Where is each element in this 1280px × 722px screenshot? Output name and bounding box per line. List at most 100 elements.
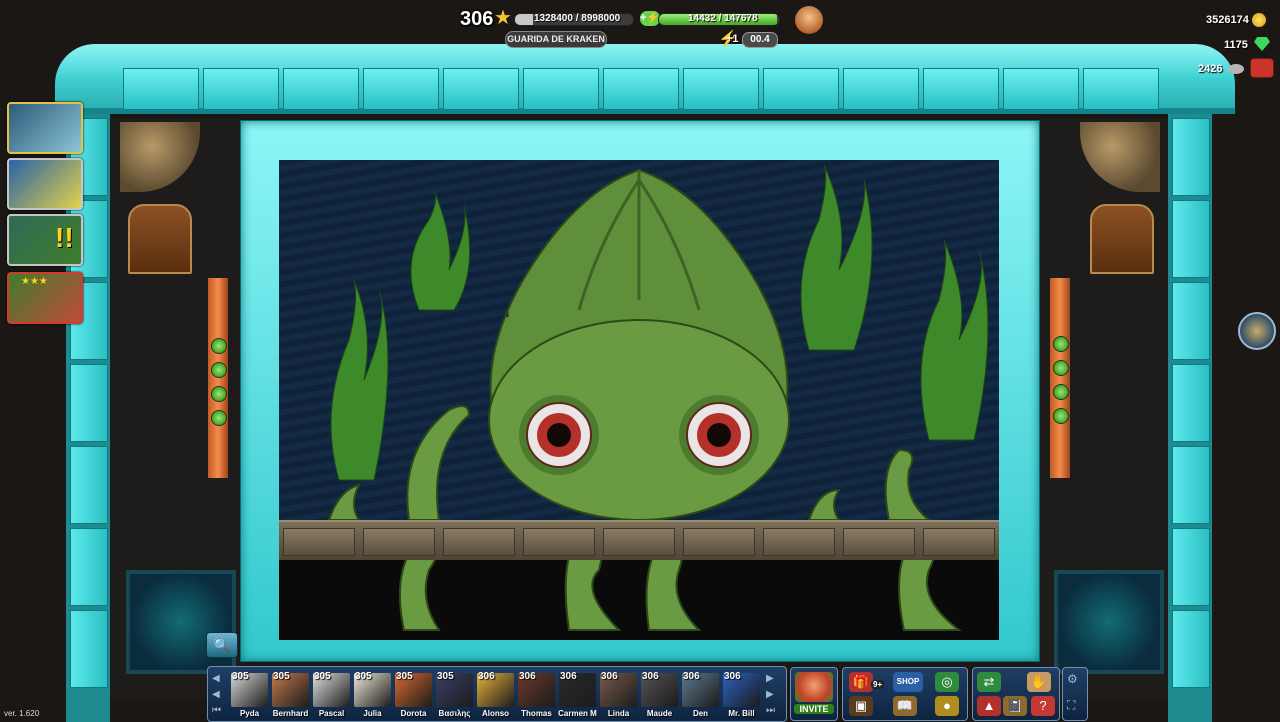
friend-slot[interactable]: 306 Carmen M — [558, 671, 597, 719]
friend-slot[interactable]: 305 Bernhard — [271, 671, 310, 719]
friend-slot[interactable]: 306 Thomas — [517, 671, 556, 719]
left-wall — [110, 118, 240, 698]
left-gauge-4 — [211, 410, 227, 426]
energy-plus-icon[interactable]: +⚡ — [640, 11, 660, 26]
column-tile — [1172, 118, 1210, 196]
friend-slot[interactable]: 305 Βασιλης — [435, 671, 474, 719]
friend-slot[interactable]: 306 Linda — [599, 671, 638, 719]
friend-name: Den — [692, 709, 709, 718]
friend-slot[interactable]: 306 Den — [681, 671, 720, 719]
friend-name: Bernhard — [272, 709, 309, 718]
friend-slot[interactable]: 306 Alonso — [476, 671, 515, 719]
settings-icon[interactable]: ⚙ — [1067, 672, 1078, 686]
settings-box: ⚙ ⛶ — [1062, 667, 1088, 721]
column-tile — [70, 446, 108, 524]
journal-icon[interactable]: 📓 — [1003, 696, 1027, 716]
friends-bar: ◀ ◀ ⏮ 305 Pyda 305 Bernhard 305 Pascal 305 Juli… — [207, 666, 787, 722]
kraken-left-eye — [519, 395, 599, 475]
left-gauge-2 — [211, 362, 227, 378]
seaweed-right — [800, 164, 989, 441]
hand-icon[interactable]: ✋ — [1027, 672, 1051, 692]
fullscreen-icon[interactable]: ⛶ — [1067, 698, 1075, 713]
scroll-right-icon[interactable]: ▶ — [766, 689, 774, 700]
arch-tile — [363, 68, 439, 110]
scroll-next-icon[interactable]: ▶ — [766, 673, 774, 684]
magnifier-icon[interactable]: 🔍 — [206, 632, 238, 658]
quest-icon-1[interactable] — [7, 102, 83, 154]
quest-icon-2[interactable] — [7, 158, 83, 210]
gift-icon[interactable]: 🎁 — [849, 672, 873, 692]
friend-name: Julia — [363, 709, 382, 718]
quest-icon-4[interactable]: ★★★ — [7, 272, 83, 324]
actions-box: 🎁 9+ SHOP ◎ ▣ 📖 ● — [842, 667, 968, 721]
friend-name: Carmen M — [558, 709, 597, 718]
arch-tile — [1003, 68, 1079, 110]
kraken-illustration[interactable] — [279, 160, 999, 640]
map-chest-icon[interactable] — [1238, 312, 1276, 350]
kraken-scene[interactable] — [279, 160, 999, 640]
friend-level: 305 — [273, 671, 290, 682]
ledge-block — [363, 528, 435, 556]
arch-tile — [283, 68, 359, 110]
friend-slot[interactable]: 306 Maude — [640, 671, 679, 719]
friend-name: Mr. Bill — [728, 709, 755, 718]
trade-icon[interactable]: ⇄ — [977, 672, 1001, 692]
location-label: GUARIDA DE KRAKEN — [505, 31, 607, 48]
quest-icon-3[interactable]: !! — [7, 214, 83, 266]
friend-level: 305 — [437, 671, 454, 682]
column-tile — [70, 610, 108, 688]
scroll-prev-icon[interactable]: ◀ — [212, 689, 220, 700]
arch-tile — [683, 68, 759, 110]
right-wall — [1040, 118, 1170, 698]
stars-icon: ★★★ — [21, 276, 48, 287]
exclamation-icon: !! — [55, 222, 74, 253]
arch-tile — [523, 68, 599, 110]
friend-level: 306 — [519, 671, 536, 682]
right-gauge-1 — [1053, 336, 1069, 352]
box-icon[interactable]: ▣ — [849, 696, 873, 716]
gift-count: 9+ — [871, 680, 885, 689]
invite-button[interactable]: INVITE — [794, 704, 834, 714]
arch-tile — [763, 68, 839, 110]
scroll-first-icon[interactable]: ◀ — [212, 673, 220, 684]
shop-button[interactable]: SHOP — [893, 672, 923, 692]
ledge-block — [923, 528, 995, 556]
upgrade-icon[interactable]: ▲ — [977, 696, 1001, 716]
toolbox-icon[interactable] — [1250, 58, 1274, 78]
ledge-block — [443, 528, 515, 556]
friend-level: 306 — [560, 671, 577, 682]
scroll-start-icon[interactable]: ⏮ — [212, 705, 221, 716]
arch-tile — [603, 68, 679, 110]
energy-timer: 00.4 — [742, 32, 778, 48]
player-avatar[interactable] — [795, 6, 823, 34]
right-teal-column — [1168, 110, 1212, 722]
help-icon[interactable]: ? — [1031, 696, 1055, 716]
gem-count: 1175 — [1224, 39, 1248, 51]
ledge-block — [763, 528, 835, 556]
friend-slot[interactable]: 305 Pascal — [312, 671, 351, 719]
energy-text: 14432 / 147678 — [688, 13, 758, 24]
friend-slot[interactable]: 305 Pyda — [230, 671, 269, 719]
right-pipe — [1050, 278, 1070, 478]
invite-avatar[interactable] — [795, 672, 833, 702]
friend-name: Linda — [607, 709, 630, 718]
friend-slot[interactable]: 305 Julia — [353, 671, 392, 719]
right-gauge-2 — [1053, 360, 1069, 376]
brass-plate — [1080, 122, 1160, 192]
friend-name: Alonso — [481, 709, 510, 718]
kraken-head — [488, 168, 790, 521]
friend-name: Βασιλης — [438, 709, 471, 718]
left-gauge-1 — [211, 338, 227, 354]
left-pipe — [208, 278, 228, 478]
friend-slot[interactable]: 306 Mr. Bill — [722, 671, 761, 719]
coin-bag-icon[interactable]: ● — [935, 696, 959, 716]
scroll-end-icon[interactable]: ⏭ — [766, 705, 775, 716]
right-cabinet — [1090, 204, 1154, 274]
material-icon — [1228, 64, 1244, 74]
invite-box: INVITE — [790, 667, 838, 721]
left-cabinet — [128, 204, 192, 274]
friend-slot[interactable]: 305 Dorota — [394, 671, 433, 719]
book-icon[interactable]: 📖 — [893, 696, 917, 716]
kraken-right-eye — [679, 395, 759, 475]
globe-icon[interactable]: ◎ — [935, 672, 959, 692]
